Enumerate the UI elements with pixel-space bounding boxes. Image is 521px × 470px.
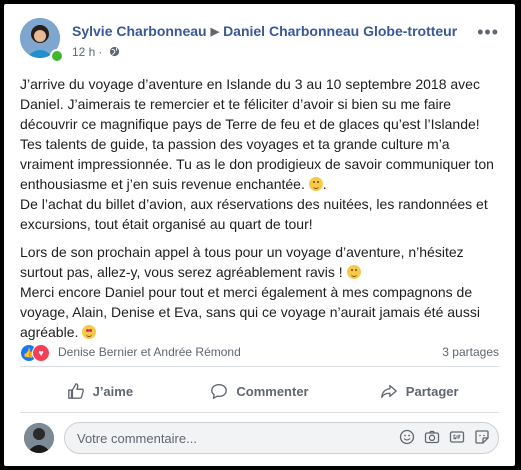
share-button[interactable]: Partager	[339, 374, 499, 408]
divider	[20, 366, 499, 367]
comment-input[interactable]: Votre commentaire...	[64, 422, 499, 454]
globe-icon[interactable]	[105, 45, 119, 59]
post-time[interactable]: 12 h	[72, 45, 95, 59]
post-card: Sylvie Charbonneau ▶ Daniel Charbonneau Gl…	[4, 4, 515, 466]
emoji-picker-icon[interactable]	[399, 429, 415, 445]
user-avatar[interactable]	[24, 423, 54, 453]
paragraph-2: Lors de son prochain appel à tous pour u…	[20, 244, 480, 340]
divider	[20, 412, 499, 413]
share-arrow-icon	[380, 384, 397, 398]
post-title: Sylvie Charbonneau ▶ Daniel Charbonneau Gl…	[72, 23, 457, 39]
reaction-icons[interactable]: 👍 ♥	[20, 344, 52, 362]
post-meta: 12 h ·	[72, 45, 120, 59]
heart-eyes-emoji-icon	[82, 325, 97, 339]
thumbs-up-icon	[67, 383, 84, 399]
more-options-icon[interactable]: •••	[477, 22, 499, 43]
gif-icon[interactable]	[449, 429, 465, 445]
target-page-link[interactable]: Daniel Charbonneau Globe-trotteur	[223, 23, 457, 39]
author-name-link[interactable]: Sylvie Charbonneau	[72, 23, 207, 39]
reactors-names[interactable]: Denise Bernier et Andrée Rémond	[58, 345, 241, 359]
online-status-icon	[50, 49, 64, 63]
comment-bubble-icon	[211, 384, 228, 400]
comment-placeholder: Votre commentaire...	[77, 431, 197, 446]
shares-count[interactable]: 3 partages	[442, 345, 499, 359]
camera-icon[interactable]	[424, 429, 440, 445]
like-button[interactable]: J’aime	[20, 374, 180, 408]
caret-right-icon: ▶	[210, 26, 220, 38]
love-reaction-icon: ♥	[32, 344, 50, 362]
action-bar: J’aime Commenter Partager	[20, 374, 499, 408]
post-header: Sylvie Charbonneau ▶ Daniel Charbonneau Gl…	[20, 18, 499, 63]
smiling-emoji-icon	[346, 265, 361, 279]
smiling-emoji-icon	[308, 177, 323, 191]
comment-tools	[399, 429, 490, 445]
paragraph-1: J’arrive du voyage d’aventure en Islande…	[20, 76, 494, 232]
reactions-bar: 👍 ♥ Denise Bernier et Andrée Rémond 3 pa…	[20, 342, 499, 362]
comment-button[interactable]: Commenter	[180, 374, 340, 408]
comment-composer: Votre commentaire...	[20, 422, 499, 454]
sticker-icon[interactable]	[474, 429, 490, 445]
post-text: J’arrive du voyage d’aventure en Islande…	[20, 74, 505, 350]
